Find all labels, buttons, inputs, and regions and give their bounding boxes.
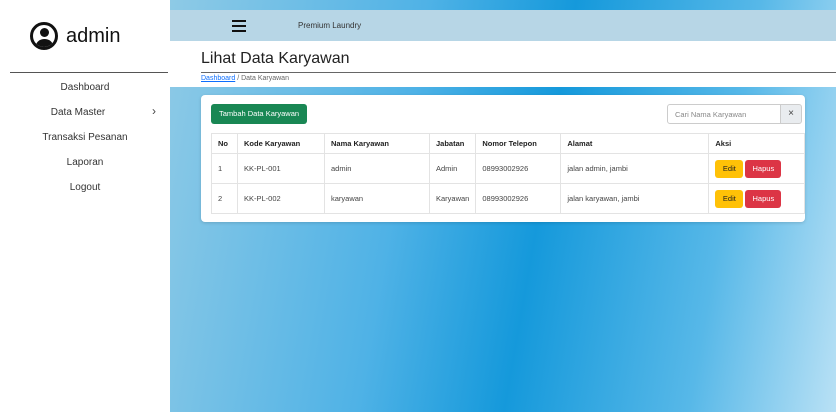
- edit-button[interactable]: Edit: [715, 159, 744, 178]
- main-content: Premium Laundry Lihat Data Karyawan Dash…: [170, 0, 836, 412]
- add-employee-button[interactable]: Tambah Data Karyawan: [211, 104, 308, 124]
- sidebar-divider: [10, 72, 168, 73]
- cell-jabatan: Karyawan: [428, 183, 477, 214]
- title-divider: [201, 72, 836, 73]
- cell-alamat: jalan admin, jambi: [560, 153, 710, 184]
- cell-nama: admin: [324, 153, 430, 184]
- data-card: Tambah Data Karyawan × No Kode Karyawan …: [201, 95, 805, 222]
- page-title: Lihat Data Karyawan: [201, 50, 350, 67]
- employee-table: No Kode Karyawan Nama Karyawan Jabatan N…: [211, 133, 805, 214]
- cell-no: 2: [211, 183, 238, 214]
- cell-aksi: Edit Hapus: [708, 153, 805, 184]
- cell-alamat: jalan karyawan, jambi: [560, 183, 710, 214]
- breadcrumb-separator: /: [237, 75, 240, 82]
- cell-telepon: 08993002926: [475, 183, 562, 214]
- column-header-aksi: Aksi: [708, 133, 805, 154]
- sidebar-item-label: Transaksi Pesanan: [42, 132, 128, 143]
- sidebar-item-label: Laporan: [66, 157, 104, 168]
- delete-button[interactable]: Hapus: [745, 189, 782, 208]
- edit-button[interactable]: Edit: [715, 189, 744, 208]
- column-header-kode: Kode Karyawan: [237, 133, 325, 154]
- hamburger-menu-icon[interactable]: [232, 19, 246, 32]
- sidebar-item-label: Dashboard: [60, 82, 110, 93]
- topbar-title: Premium Laundry: [298, 21, 362, 30]
- sidebar-item-data-master[interactable]: Data Master ›: [0, 103, 170, 128]
- brand[interactable]: admin: [30, 22, 120, 50]
- cell-telepon: 08993002926: [475, 153, 562, 184]
- cell-jabatan: Admin: [428, 153, 477, 184]
- page-header: Lihat Data Karyawan Dashboard / Data Kar…: [170, 41, 836, 87]
- breadcrumb-link-dashboard[interactable]: Dashboard: [201, 75, 235, 82]
- sidebar-nav: Dashboard Data Master › Transaksi Pesana…: [0, 78, 170, 203]
- sidebar-item-laporan[interactable]: Laporan: [0, 153, 170, 178]
- topbar: Premium Laundry: [170, 10, 836, 41]
- clear-search-button[interactable]: ×: [780, 104, 802, 124]
- table-header-row: No Kode Karyawan Nama Karyawan Jabatan N…: [211, 133, 805, 154]
- sidebar-item-logout[interactable]: Logout: [0, 178, 170, 203]
- column-header-nama: Nama Karyawan: [324, 133, 430, 154]
- breadcrumb-current: Data Karyawan: [241, 75, 289, 82]
- delete-button[interactable]: Hapus: [745, 159, 782, 178]
- cell-nama: karyawan: [324, 183, 430, 214]
- table-row: 2 KK-PL-002 karyawan Karyawan 0899300292…: [211, 183, 805, 214]
- search-group: ×: [667, 104, 805, 124]
- column-header-telepon: Nomor Telepon: [475, 133, 562, 154]
- sidebar-item-label: Logout: [69, 182, 101, 193]
- column-header-jabatan: Jabatan: [428, 133, 477, 154]
- table-row: 1 KK-PL-001 admin Admin 08993002926 jala…: [211, 153, 805, 184]
- brand-label: admin: [66, 24, 121, 47]
- sidebar: admin Dashboard Data Master › Transaksi …: [0, 0, 170, 412]
- cell-no: 1: [211, 153, 238, 184]
- search-input[interactable]: [667, 104, 781, 124]
- breadcrumb: Dashboard / Data Karyawan: [201, 75, 289, 82]
- user-circle-icon: [30, 22, 58, 50]
- cell-kode: KK-PL-001: [237, 153, 325, 184]
- chevron-right-icon: ›: [152, 104, 156, 118]
- column-header-no: No: [211, 133, 238, 154]
- cell-kode: KK-PL-002: [237, 183, 325, 214]
- sidebar-item-dashboard[interactable]: Dashboard: [0, 78, 170, 103]
- cell-aksi: Edit Hapus: [708, 183, 805, 214]
- sidebar-item-transaksi-pesanan[interactable]: Transaksi Pesanan: [0, 128, 170, 153]
- column-header-alamat: Alamat: [560, 133, 710, 154]
- sidebar-item-label: Data Master: [50, 107, 106, 118]
